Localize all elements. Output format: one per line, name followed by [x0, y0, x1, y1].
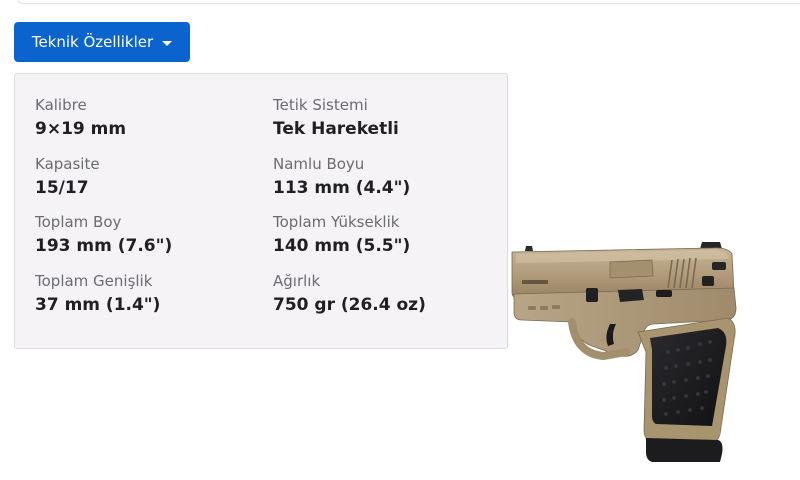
spec-label: Tetik Sistemi	[273, 96, 368, 114]
top-divider	[18, 0, 800, 4]
spec-trigger-system: Tetik Sistemi Tek Hareketli	[273, 96, 503, 140]
caret-down-icon	[162, 40, 173, 46]
spec-value: 15/17	[35, 178, 89, 198]
technical-specs-panel: Kalibre 9×19 mm Tetik Sistemi Tek Hareke…	[14, 73, 508, 349]
spec-overall-length: Toplam Boy 193 mm (7.6")	[35, 213, 265, 257]
spec-label: Kapasite	[35, 155, 100, 173]
spec-value: 193 mm (7.6")	[35, 236, 173, 256]
spec-value: 750 gr (26.4 oz)	[273, 295, 426, 315]
spec-value: 113 mm (4.4")	[273, 178, 411, 198]
spec-label: Toplam Boy	[35, 213, 122, 231]
spec-barrel-length: Namlu Boyu 113 mm (4.4")	[273, 155, 503, 199]
pistol-product-image	[511, 242, 737, 462]
spec-label: Toplam Yükseklik	[273, 213, 400, 231]
spec-label: Namlu Boyu	[273, 155, 365, 173]
technical-specs-dropdown-button[interactable]: Teknik Özellikler	[14, 22, 190, 62]
spec-value: 37 mm (1.4")	[35, 295, 161, 315]
spec-label: Toplam Genişlik	[35, 272, 153, 290]
spec-weight: Ağırlık 750 gr (26.4 oz)	[273, 272, 503, 316]
spec-value: 140 mm (5.5")	[273, 236, 411, 256]
spec-overall-width: Toplam Genişlik 37 mm (1.4")	[35, 272, 265, 316]
spec-label: Ağırlık	[273, 272, 321, 290]
spec-label: Kalibre	[35, 96, 87, 114]
spec-value: 9×19 mm	[35, 119, 127, 139]
spec-overall-height: Toplam Yükseklik 140 mm (5.5")	[273, 213, 503, 257]
spec-capacity: Kapasite 15/17	[35, 155, 265, 199]
spec-value: Tek Hareketli	[273, 119, 399, 139]
spec-caliber: Kalibre 9×19 mm	[35, 96, 265, 140]
technical-specs-label: Teknik Özellikler	[31, 33, 154, 51]
